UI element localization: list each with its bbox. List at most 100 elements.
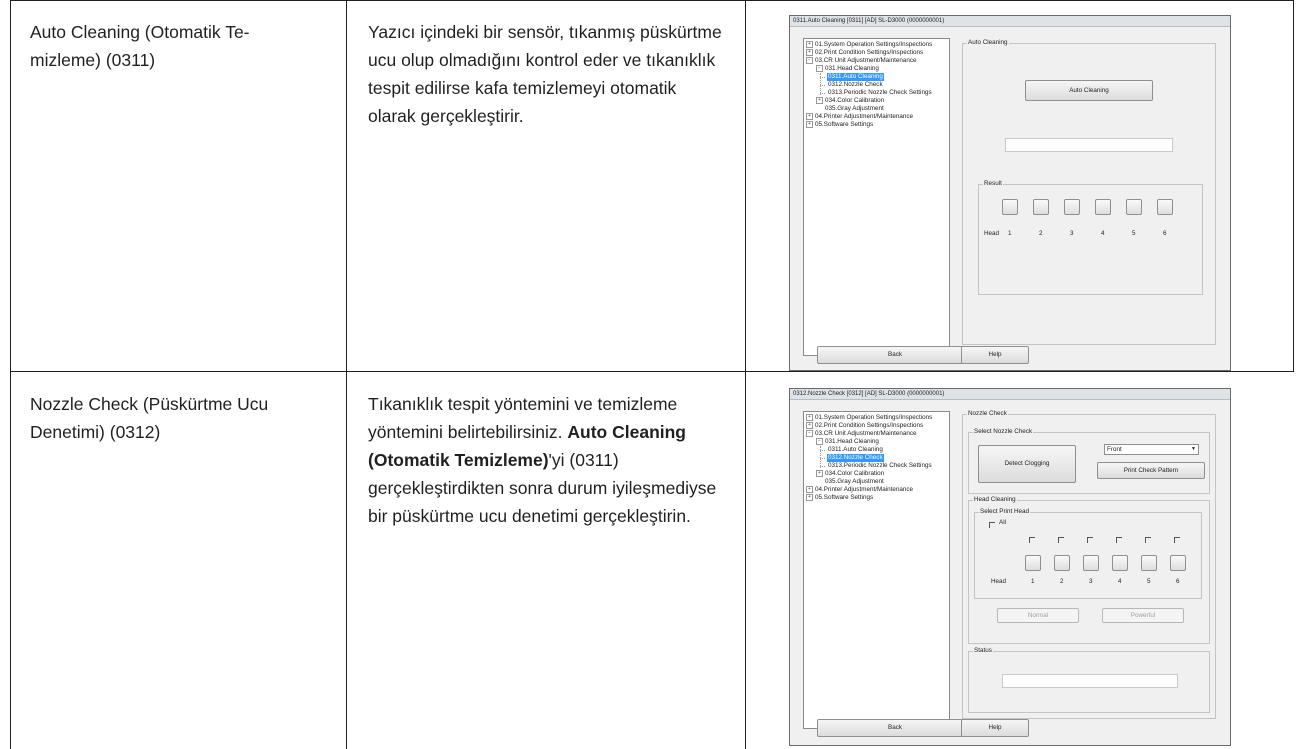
select-print-head-group: Select Print Head All Head 1 2 3 4 5 6 [974, 508, 1202, 599]
tree-item-031[interactable]: −031.Head Cleaning [816, 438, 879, 446]
powerful-cleaning-button[interactable]: Powerful [1102, 608, 1184, 623]
tree-item-034[interactable]: +034.Color Calibration [816, 470, 884, 478]
collapse-icon[interactable]: − [816, 65, 823, 72]
back-button[interactable]: Back [817, 346, 973, 364]
tree-item-0312[interactable]: 0312.Nozzle Check [828, 81, 883, 89]
head-3-indicator [1083, 555, 1099, 571]
head-1-indicator [1025, 555, 1041, 571]
table-border-left [10, 0, 11, 749]
tree-item-035[interactable]: 035.Gray Adjustment [825, 478, 884, 486]
row2-desc: Tıkanıklık tespit yöntemini ve temizleme… [368, 390, 723, 530]
expand-icon[interactable]: + [806, 41, 813, 48]
head-2-checkbox[interactable] [1058, 537, 1064, 543]
auto-cleaning-button[interactable]: Auto Cleaning [1025, 80, 1153, 101]
tree-item-0312[interactable]: 0312.Nozzle Check [827, 454, 884, 462]
head-cleaning-label: Head Cleaning [973, 496, 1017, 504]
expand-icon[interactable]: + [806, 414, 813, 421]
head-5-checkbox[interactable] [1145, 537, 1151, 543]
tree-item-0311[interactable]: 0311.Auto Cleaning [827, 73, 884, 81]
head-number: 6 [1163, 230, 1167, 237]
select-nozzle-label: Select Nozzle Check [973, 428, 1034, 436]
help-button[interactable]: Help [961, 346, 1029, 364]
tree-item-01[interactable]: +01.System Operation Settings/Inspection… [806, 41, 932, 49]
tree-item-035[interactable]: 035.Gray Adjustment [825, 105, 884, 113]
expand-icon[interactable]: + [806, 121, 813, 128]
head-2-indicator [1054, 555, 1070, 571]
tree-connector [820, 77, 825, 78]
status-label: Status [973, 647, 993, 655]
head-4-indicator [1095, 199, 1111, 215]
head-3-checkbox[interactable] [1087, 537, 1093, 543]
status-group: Status [968, 647, 1210, 713]
tree-item-0311[interactable]: 0311.Auto Cleaning [828, 446, 883, 454]
nozzle-check-window: 0312.Nozzle Check [0312] [AD] SL-D3000 (… [789, 388, 1231, 746]
settings-tree[interactable]: +01.System Operation Settings/Inspection… [803, 411, 950, 729]
tree-item-031[interactable]: −031.Head Cleaning [816, 65, 879, 73]
tree-item-04[interactable]: +04.Printer Adjustment/Maintenance [806, 486, 913, 494]
nozzle-check-position-select[interactable]: Front ▼ [1104, 444, 1199, 455]
expand-icon[interactable]: + [816, 97, 823, 104]
head-number: 6 [1176, 578, 1180, 585]
detect-clogging-button[interactable]: Detect Clogging [978, 445, 1076, 483]
head-number: 4 [1101, 230, 1105, 237]
head-6-indicator [1157, 199, 1173, 215]
settings-tree[interactable]: +01.System Operation Settings/Inspection… [803, 38, 950, 356]
head-label: Head [984, 230, 1000, 237]
auto-cleaning-group: Auto Cleaning Auto Cleaning Result Head … [962, 39, 1216, 345]
tree-item-034[interactable]: +034.Color Calibration [816, 97, 884, 105]
all-label: All [999, 519, 1006, 526]
chevron-down-icon[interactable]: ▼ [1190, 446, 1197, 453]
result-group: Result Head 1 2 3 4 5 6 [978, 180, 1203, 295]
expand-icon[interactable]: + [806, 113, 813, 120]
expand-icon[interactable]: + [806, 494, 813, 501]
row1-name-line1: Auto Cleaning (Otomatik Te- [30, 22, 250, 42]
head-4-checkbox[interactable] [1116, 537, 1122, 543]
head-3-indicator [1064, 199, 1080, 215]
help-button[interactable]: Help [961, 719, 1029, 737]
group-label: Auto Cleaning [967, 39, 1009, 47]
tree-item-01[interactable]: +01.System Operation Settings/Inspection… [806, 414, 932, 422]
table-border-right [1293, 0, 1294, 372]
auto-cleaning-window: 0311.Auto Cleaning [0311] [AD] SL-D3000 … [789, 15, 1231, 371]
result-label: Result [983, 180, 1003, 188]
head-cleaning-group: Head Cleaning Select Print Head All Head… [968, 496, 1210, 644]
head-5-indicator [1141, 555, 1157, 571]
all-checkbox[interactable] [989, 522, 995, 528]
normal-cleaning-button[interactable]: Normal [997, 608, 1079, 623]
collapse-icon[interactable]: − [806, 57, 813, 64]
tree-connector [820, 85, 825, 86]
tree-item-03[interactable]: −03.CR Unit Adjustment/Maintenance [806, 430, 917, 438]
expand-icon[interactable]: + [806, 49, 813, 56]
expand-icon[interactable]: + [806, 422, 813, 429]
head-2-indicator [1033, 199, 1049, 215]
row1-name: Auto Cleaning (Otomatik Te- mizleme) (03… [30, 18, 330, 74]
expand-icon[interactable]: + [806, 486, 813, 493]
head-6-checkbox[interactable] [1174, 537, 1180, 543]
head-number: 4 [1118, 578, 1122, 585]
collapse-icon[interactable]: − [816, 438, 823, 445]
window-title: 0311.Auto Cleaning [0311] [AD] SL-D3000 … [790, 16, 1230, 27]
table-divider-2 [745, 0, 746, 749]
print-check-pattern-button[interactable]: Print Check Pattern [1097, 462, 1205, 479]
back-button[interactable]: Back [817, 719, 973, 737]
select-head-label: Select Print Head [979, 508, 1031, 516]
expand-icon[interactable]: + [816, 470, 823, 477]
tree-item-02[interactable]: +02.Print Condition Settings/Inspections [806, 422, 923, 430]
tree-item-05[interactable]: +05.Software Settings [806, 121, 873, 129]
head-number: 3 [1089, 578, 1093, 585]
progress-field [1005, 138, 1173, 152]
tree-item-0313[interactable]: 0313.Periodic Nozzle Check Settings [828, 89, 932, 97]
head-number: 5 [1147, 578, 1151, 585]
head-number: 1 [1031, 578, 1035, 585]
tree-connector [820, 450, 825, 451]
tree-item-04[interactable]: +04.Printer Adjustment/Maintenance [806, 113, 913, 121]
table-divider-1 [346, 0, 347, 749]
head-1-checkbox[interactable] [1029, 537, 1035, 543]
row1-name-line2: mizleme) (0311) [30, 50, 156, 70]
group-label: Nozzle Check [967, 410, 1008, 418]
tree-item-05[interactable]: +05.Software Settings [806, 494, 873, 502]
collapse-icon[interactable]: − [806, 430, 813, 437]
tree-item-0313[interactable]: 0313.Periodic Nozzle Check Settings [828, 462, 932, 470]
tree-item-03[interactable]: −03.CR Unit Adjustment/Maintenance [806, 57, 917, 65]
tree-item-02[interactable]: +02.Print Condition Settings/Inspections [806, 49, 923, 57]
